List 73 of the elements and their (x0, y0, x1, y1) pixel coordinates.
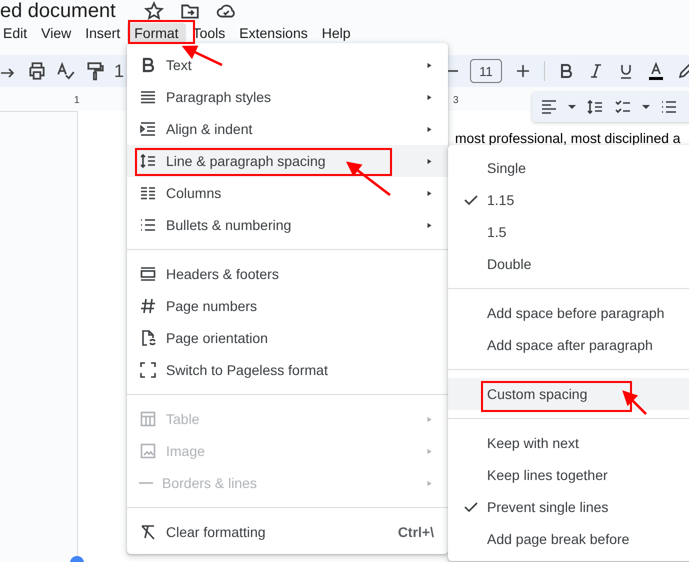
dashed-frame-icon (139, 361, 157, 379)
submenu-arrow-icon (425, 414, 434, 424)
menu-item[interactable]: Tools (186, 23, 232, 43)
menu-item[interactable]: Align & indent (127, 113, 448, 145)
shortcut-text: Ctrl+\ (398, 524, 434, 540)
menu-item[interactable]: Text (127, 49, 448, 81)
align-left-icon (540, 98, 558, 116)
menu-item[interactable]: Bullets & numbering (127, 209, 448, 241)
ruler-number: 3 (453, 95, 459, 106)
hash-icon (139, 297, 157, 315)
submenu-arrow-icon (425, 188, 434, 198)
menu-item[interactable]: Add space before paragraph (448, 297, 689, 329)
line-spacing-icon (139, 152, 157, 170)
print-icon (27, 61, 47, 81)
menu-item[interactable]: Clear formatting Ctrl+\ (127, 516, 448, 548)
annotation-arrow (622, 390, 647, 415)
menu-item[interactable]: Custom spacing (448, 378, 689, 410)
submenu-arrow-icon (425, 446, 434, 456)
line-spacing-icon (586, 98, 604, 116)
document-title[interactable]: ed document (0, 0, 116, 22)
menu-item[interactable]: Insert (78, 23, 128, 43)
minus-icon (448, 70, 458, 72)
bulleted-list-icon (660, 98, 678, 116)
checklist-icon (614, 98, 632, 116)
plus-icon (514, 62, 532, 80)
star-icon (144, 1, 164, 21)
zoom-value[interactable]: 1 (114, 60, 124, 82)
spellcheck-icon (56, 61, 76, 81)
caret-icon (568, 105, 576, 109)
font-size-field[interactable]: 11 (470, 59, 502, 83)
menu-item[interactable]: Page orientation (127, 322, 448, 354)
text-color-icon (647, 62, 665, 80)
menu-item[interactable]: Double (448, 248, 689, 280)
columns-icon (139, 184, 157, 202)
menu-item[interactable]: Add page break before (448, 523, 689, 555)
menu-item[interactable]: View (34, 23, 78, 43)
menu-item[interactable]: Single (448, 152, 689, 184)
ruler-number: 1 (74, 95, 80, 106)
menu-item[interactable]: Switch to Pageless format (127, 354, 448, 386)
submenu-arrow-icon (425, 156, 434, 166)
page-rotate-icon (139, 329, 157, 347)
menu-item[interactable]: 1.5 (448, 216, 689, 248)
menu-item[interactable]: Keep with next (448, 427, 689, 459)
image-icon (139, 442, 157, 460)
menu-item[interactable]: Headers & footers (127, 258, 448, 290)
menu-item[interactable]: Page numbers (127, 290, 448, 322)
annotation-arrow (346, 161, 391, 196)
menu-item[interactable]: Extensions (232, 23, 315, 43)
menu-item[interactable]: 1.15 (448, 184, 689, 216)
paragraph-lines-icon (139, 88, 157, 106)
table-icon (139, 410, 157, 428)
menu-item[interactable]: Add space after paragraph (448, 329, 689, 361)
indent-icon (139, 120, 157, 138)
clear-format-icon (139, 523, 157, 541)
menu-item[interactable]: Columns (127, 177, 448, 209)
submenu-arrow-icon (425, 60, 434, 70)
document-text: most professional, most disciplined a (455, 131, 680, 146)
caret-icon (642, 105, 650, 109)
bulleted-list-icon (139, 216, 157, 234)
line-icon (139, 482, 153, 484)
annotation-frame (128, 20, 195, 44)
submenu-arrow-icon (425, 124, 434, 134)
menu-item[interactable]: Paragraph styles (127, 81, 448, 113)
submenu-arrow-icon (425, 92, 434, 102)
submenu-arrow-icon (425, 220, 434, 230)
menu-item[interactable]: Help (314, 23, 358, 43)
header-footer-icon (139, 265, 157, 283)
paint-roller-icon (85, 61, 105, 81)
menu-item[interactable]: Prevent single lines (448, 491, 689, 523)
submenu-arrow-icon (425, 478, 434, 488)
menu-item[interactable]: Edit (0, 23, 34, 43)
menu-item[interactable]: Format (127, 23, 186, 43)
menu-item[interactable]: Keep lines together (448, 459, 689, 491)
